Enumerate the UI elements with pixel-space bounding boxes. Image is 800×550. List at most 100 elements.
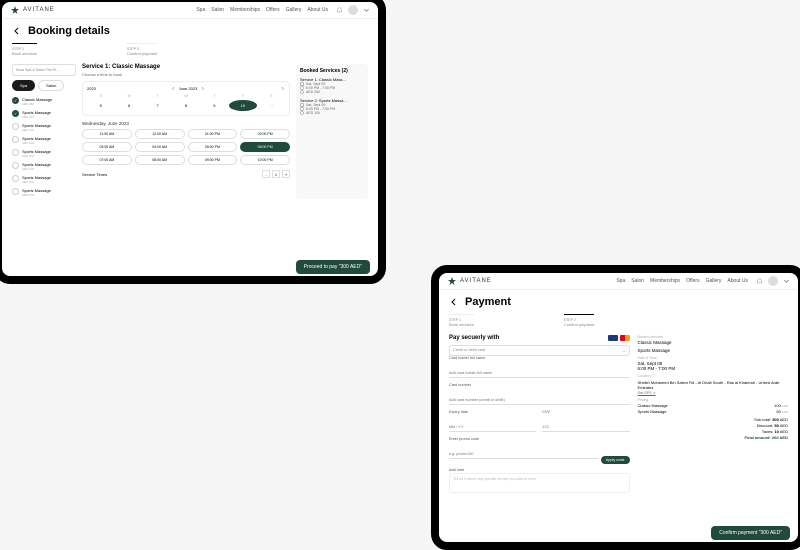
date-cell[interactable]: 6 (115, 100, 142, 111)
booked-title: Booked Services (2) (300, 68, 364, 74)
date-cell[interactable]: 11 (258, 100, 285, 111)
time-slot[interactable]: 02:00 PM (240, 129, 290, 139)
checkbox-icon[interactable] (12, 97, 19, 104)
time-slot[interactable]: 06:00 PM (240, 142, 290, 152)
quantity-stepper[interactable]: -1+ (262, 170, 290, 178)
step-2[interactable]: STEP 2Confirm payment (127, 43, 157, 56)
logo[interactable]: AVITANE (447, 276, 492, 286)
total-line: Discount: 50 AED (638, 423, 788, 428)
date-label: Wednesday, June 2023 (82, 121, 290, 126)
confirm-button[interactable]: Confirm payment "300 AED" (711, 526, 790, 540)
date-cell[interactable]: 9 (201, 100, 228, 111)
price-line: Classic Massage100AED (638, 403, 788, 408)
logo-icon (447, 276, 457, 286)
gps-link[interactable]: Get GPS ↗ (638, 391, 788, 395)
chevron-down-icon[interactable] (363, 7, 370, 14)
service-item[interactable]: Sports MassageAED 100 (12, 108, 76, 121)
proceed-button[interactable]: Proceed to pay "300 AED" (296, 260, 370, 274)
nav-gallery[interactable]: Gallery (286, 7, 302, 13)
date-cell[interactable]: 10 (229, 100, 256, 111)
service-item[interactable]: Sports MassageAED 100 (12, 160, 76, 173)
back-arrow-icon[interactable] (449, 297, 459, 307)
time-slot[interactable]: 08:00 AM (135, 155, 185, 165)
promo-input[interactable] (449, 450, 598, 459)
tab-spa[interactable]: Spa (12, 80, 35, 91)
page-title-row: Payment (439, 290, 798, 314)
cardholder-input[interactable] (449, 369, 630, 378)
cvv-input[interactable] (542, 423, 629, 432)
nav-salon[interactable]: Salon (631, 278, 644, 284)
apply-code-button[interactable]: Apply code (601, 456, 630, 464)
booking-screen: AVITANE Spa Salon Memberships Offers Gal… (0, 0, 386, 284)
total-line: Sub total: 300 AED (638, 417, 788, 422)
nav-offers[interactable]: Offers (266, 7, 280, 13)
bell-icon[interactable] (756, 278, 763, 285)
time-slot[interactable]: 05:00 PM (188, 142, 238, 152)
cardnumber-input[interactable] (449, 396, 630, 405)
logo[interactable]: AVITANE (10, 5, 55, 15)
service-item[interactable]: Sports MassageAED 100 (12, 147, 76, 160)
checkbox-icon[interactable] (12, 175, 19, 182)
service-item[interactable]: Classic MassageAED 450 (12, 95, 76, 108)
time-slot[interactable]: 09:00 PM (188, 155, 238, 165)
nav-about[interactable]: About Us (727, 278, 748, 284)
back-arrow-icon[interactable] (12, 26, 22, 36)
step-1[interactable]: STEP 1Book services (12, 43, 37, 56)
avatar[interactable] (768, 276, 778, 286)
nav-memberships[interactable]: Memberships (230, 7, 260, 13)
time-slot[interactable]: 07:00 AM (82, 155, 132, 165)
checkbox-icon[interactable] (12, 149, 19, 156)
service-item[interactable]: Sports MassageAED 100 (12, 186, 76, 199)
total-line: Taxes: 10 AED (638, 429, 788, 434)
tab-salon[interactable]: Salon (38, 80, 64, 91)
checkbox-icon[interactable] (12, 110, 19, 117)
service-item[interactable]: Sports MassageAED 100 (12, 121, 76, 134)
checkbox-icon[interactable] (12, 162, 19, 169)
date-cell[interactable]: 7 (144, 100, 171, 111)
step-2[interactable]: STEP 2Confirm payment (564, 314, 594, 327)
price-line: Sports Massage50AED (638, 409, 788, 414)
next-month-icon[interactable] (200, 86, 205, 91)
next-icon[interactable] (280, 86, 285, 91)
time-slot[interactable]: 03:00 AM (82, 142, 132, 152)
checkbox-icon[interactable] (12, 188, 19, 195)
total-line: Final amount: 260 AED (638, 435, 788, 440)
chevron-down-icon[interactable] (783, 278, 790, 285)
expiry-input[interactable] (449, 423, 536, 432)
top-nav: Spa Salon Memberships Offers Gallery Abo… (616, 278, 748, 284)
time-slot[interactable]: 01:00 PM (188, 129, 238, 139)
note-textarea[interactable]: Tell us if there's any specific service … (449, 473, 630, 493)
prev-month-icon[interactable] (171, 86, 176, 91)
date-cell[interactable]: 5 (87, 100, 114, 111)
time-slot[interactable]: 04:00 AM (135, 142, 185, 152)
time-slot[interactable]: 11:00 AM (82, 129, 132, 139)
date-cell[interactable]: 8 (172, 100, 199, 111)
card-type-select[interactable]: Credit or debit card⌄ (449, 345, 630, 356)
service-times-label: Service Times (82, 172, 107, 177)
booked-item: Service 1: Classic Mass...Sat, Sept 096:… (300, 77, 364, 94)
location-dropdown[interactable]: Nova Spa & Salon The Ri... (12, 64, 76, 76)
nav-spa[interactable]: Spa (616, 278, 625, 284)
mastercard-icon (620, 335, 630, 341)
page-title: Booking details (28, 25, 110, 37)
checkbox-icon[interactable] (12, 136, 19, 143)
service-item[interactable]: Sports MassageAED 100 (12, 173, 76, 186)
nav-offers[interactable]: Offers (686, 278, 700, 284)
service-item[interactable]: Sports MassageAED 100 (12, 134, 76, 147)
time-slot[interactable]: 10:00 PM (240, 155, 290, 165)
checkbox-icon[interactable] (12, 123, 19, 130)
bell-icon[interactable] (336, 7, 343, 14)
nav-gallery[interactable]: Gallery (706, 278, 722, 284)
nav-about[interactable]: About Us (307, 7, 328, 13)
nav-spa[interactable]: Spa (196, 7, 205, 13)
nav-salon[interactable]: Salon (211, 7, 224, 13)
logo-icon (10, 5, 20, 15)
step-1[interactable]: STEP 1Book services (449, 314, 474, 327)
time-slot[interactable]: 12:00 AM (135, 129, 185, 139)
year-label: 2023 (87, 86, 96, 91)
stepper: STEP 1Book services STEP 2Confirm paymen… (2, 43, 378, 60)
avatar[interactable] (348, 5, 358, 15)
pay-with-label: Pay secuerly with (449, 335, 499, 341)
brand-name: AVITANE (23, 7, 55, 13)
nav-memberships[interactable]: Memberships (650, 278, 680, 284)
